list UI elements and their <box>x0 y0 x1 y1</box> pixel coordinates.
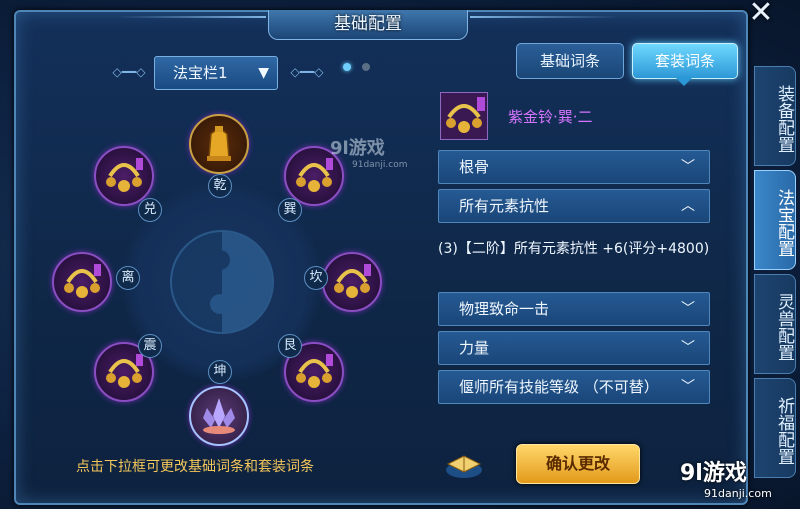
watermark-brand: 9l游戏 <box>330 138 385 159</box>
purple-bell-necklace-icon <box>296 354 333 388</box>
purple-bell-necklace-icon <box>334 264 371 298</box>
treasure-slot-5[interactable] <box>189 386 249 446</box>
side-tab-treasure[interactable]: 法宝配置 <box>754 170 796 270</box>
attribute-label: 物理致命一击 <box>459 300 550 318</box>
tab-set-entries[interactable]: 套装词条 <box>632 43 738 79</box>
watermark-logo: 9l游戏 91danji.com <box>330 134 407 170</box>
page-dot-1[interactable] <box>343 63 351 71</box>
dropdown-value: 法宝栏1 <box>173 64 228 82</box>
watermark-brand: 9l游戏 <box>680 461 747 486</box>
attribute-row[interactable]: 根骨 ﹀ <box>438 150 710 184</box>
tab-basic-entries[interactable]: 基础词条 <box>516 43 624 79</box>
book-icon[interactable] <box>444 446 484 480</box>
purple-bell-necklace-icon <box>106 158 143 192</box>
purple-bell-necklace-icon <box>64 264 101 298</box>
trigram-label: 震 <box>138 334 162 358</box>
purple-bell-necklace-icon <box>106 354 143 388</box>
watermark-domain: 91danji.com <box>352 160 408 170</box>
purple-bell-necklace-icon[interactable] <box>440 92 488 140</box>
title-ornament-left <box>116 16 266 18</box>
chevron-down-icon: ▼ <box>258 65 269 81</box>
trigram-label: 坤 <box>208 360 232 384</box>
chevron-down-icon: ﹀ <box>681 379 695 395</box>
taiji-icon <box>170 230 274 334</box>
item-name: 紫金铃·巽·二 <box>508 108 593 126</box>
golden-bell-icon <box>207 126 231 161</box>
window-title: 基础配置 <box>268 10 468 40</box>
watermark-domain: 91danji.com <box>704 487 772 500</box>
chevron-up-icon: ︿ <box>681 198 695 214</box>
attribute-detail: (3)【二阶】所有元素抗性 +6(评分+4800) <box>438 241 710 257</box>
treasure-slot-8[interactable] <box>94 146 154 206</box>
chevron-down-icon: ﹀ <box>681 340 695 356</box>
selector-ornament-right: ◇━━◇ <box>290 65 324 79</box>
attribute-label: 偃师所有技能等级 （不可替） <box>459 378 659 396</box>
page-dot-2[interactable] <box>362 63 370 71</box>
confirm-change-button[interactable]: 确认更改 <box>516 444 640 484</box>
treasure-slot-3[interactable] <box>322 252 382 312</box>
title-ornament-right <box>470 16 620 18</box>
crystal-lotus-icon <box>203 398 235 434</box>
trigram-label: 离 <box>116 266 140 290</box>
chevron-down-icon: ﹀ <box>681 301 695 317</box>
treasure-slot-dropdown[interactable]: 法宝栏1 ▼ <box>154 56 278 90</box>
tab-pointer <box>676 78 692 86</box>
trigram-label: 艮 <box>278 334 302 358</box>
attribute-label: 所有元素抗性 <box>459 197 550 215</box>
selector-ornament-left: ◇━━◇ <box>112 65 146 79</box>
attribute-label: 力量 <box>459 339 490 357</box>
watermark-logo: 9l游戏 91danji.com <box>680 455 792 505</box>
trigram-label: 坎 <box>304 266 328 290</box>
trigram-label: 巽 <box>278 198 302 222</box>
trigram-label: 乾 <box>208 174 232 198</box>
attribute-label: 根骨 <box>459 158 490 176</box>
attribute-row[interactable]: 力量 ﹀ <box>438 331 710 365</box>
attribute-row[interactable]: 物理致命一击 ﹀ <box>438 292 710 326</box>
attribute-row[interactable]: 所有元素抗性 ︿ <box>438 189 710 223</box>
side-tab-pet[interactable]: 灵兽配置 <box>754 274 796 374</box>
close-button[interactable]: ✕ <box>741 0 781 30</box>
treasure-slot-7[interactable] <box>52 252 112 312</box>
side-tab-equipment[interactable]: 装备配置 <box>754 66 796 166</box>
chevron-down-icon: ﹀ <box>681 159 695 175</box>
treasure-slot-1[interactable] <box>189 114 249 174</box>
attribute-row[interactable]: 偃师所有技能等级 （不可替） ﹀ <box>438 370 710 404</box>
trigram-label: 兑 <box>138 198 162 222</box>
hint-text: 点击下拉框可更改基础词条和套装词条 <box>76 459 314 475</box>
